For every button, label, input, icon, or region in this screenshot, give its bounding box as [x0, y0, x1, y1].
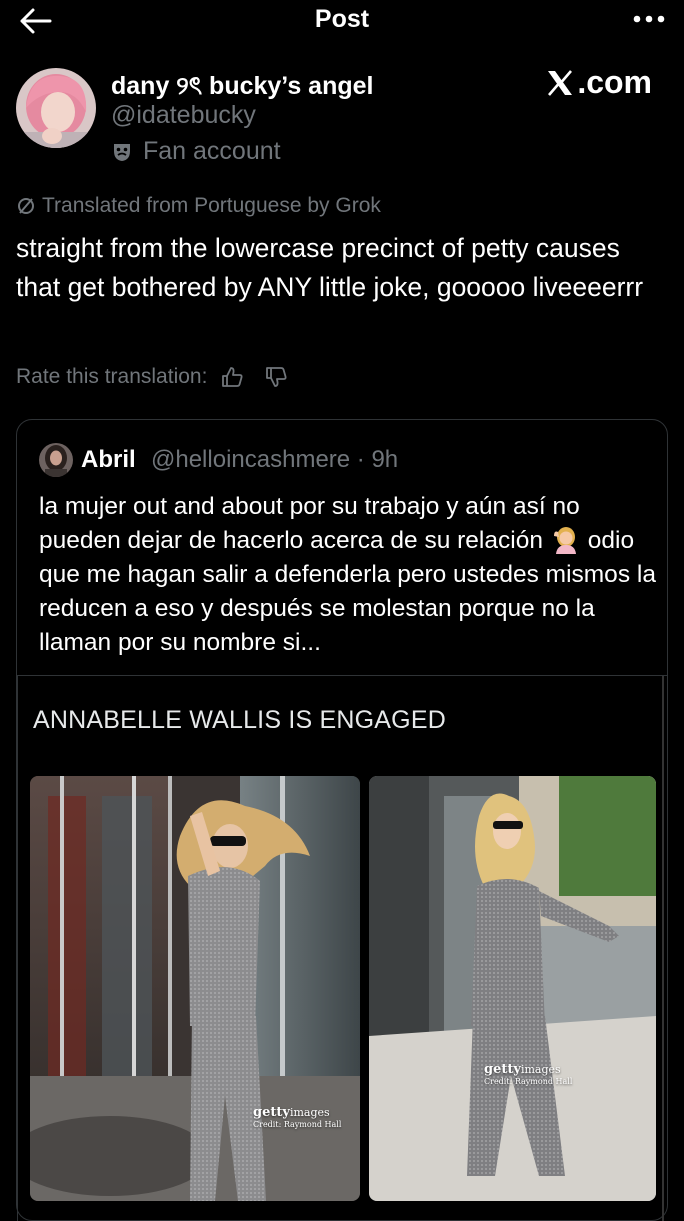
card-scroll-edge [662, 676, 664, 1221]
fan-account-label: Fan account [143, 137, 281, 165]
x-com-watermark: .com [545, 64, 652, 101]
thumbs-up-icon[interactable] [221, 366, 243, 388]
quoted-post[interactable]: Abril @helloincashmere · 9h la mujer out… [16, 419, 668, 1221]
post-text: straight from the lowercase precinct of … [16, 233, 644, 302]
x-logo-icon [548, 69, 573, 96]
top-bar: Post [0, 0, 684, 46]
getty-watermark-2: gettyimages Credit: Raymond Hall [484, 1062, 573, 1086]
person-tipping-hand-emoji [553, 527, 576, 554]
rate-translation: Rate this translation: [16, 365, 287, 389]
quoted-author-meta[interactable]: @helloincashmere · 9h [151, 446, 398, 474]
more-horizontal-icon[interactable] [632, 9, 666, 29]
thumbs-down-icon[interactable] [265, 366, 287, 388]
link-card[interactable]: ANNABELLE WALLIS IS ENGAGED gettyimages … [17, 675, 667, 1221]
card-title: ANNABELLE WALLIS IS ENGAGED [33, 706, 446, 734]
quoted-avatar[interactable] [39, 443, 73, 477]
theater-masks-icon [114, 143, 130, 161]
quoted-text: la mujer out and about por su trabajo y … [39, 490, 659, 660]
avatar[interactable] [16, 68, 96, 148]
translate-icon [18, 198, 34, 214]
author-handle[interactable]: @idatebucky [111, 101, 256, 130]
card-border [17, 676, 18, 1221]
page-title: Post [314, 5, 370, 33]
quoted-text-part-1: la mujer out and about por su trabajo y … [39, 493, 580, 554]
quoted-author-name[interactable]: Abril [81, 446, 136, 474]
rate-label: Rate this translation: [16, 365, 208, 388]
getty-watermark: gettyimages Credit: Raymond Hall [253, 1105, 342, 1129]
translation-notice: Translated from Portuguese by Grok [16, 194, 381, 218]
watermark-text: .com [577, 64, 652, 100]
fan-account-badge: Fan account [111, 137, 281, 166]
translation-label: Translated from Portuguese by Grok [42, 194, 381, 217]
card-photo-right[interactable]: gettyimages Credit: Raymond Hall [369, 776, 656, 1201]
card-photo-left[interactable]: gettyimages Credit: Raymond Hall [30, 776, 360, 1201]
